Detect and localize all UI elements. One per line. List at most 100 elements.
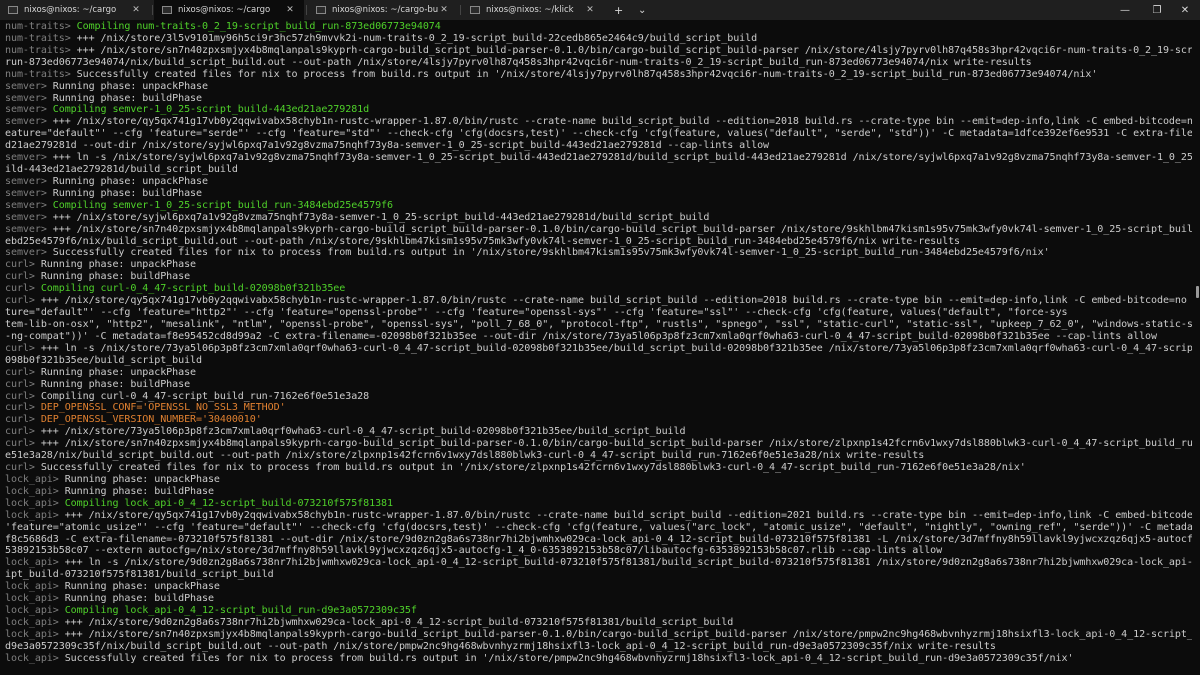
- terminal-icon: [316, 6, 326, 14]
- terminal-line: curl> +++ /nix/store/73ya5l06p3p8fz3cm7x…: [5, 426, 686, 438]
- terminal-line: lock_api> Running phase: buildPhase: [5, 486, 214, 498]
- prompt-prefix: semver>: [5, 152, 53, 164]
- terminal-line: curl> +++ /nix/store/qy5qx741g17vb0y2qqw…: [5, 295, 1192, 307]
- line-text: f8c5686d3 -C extra-filename=-073210f575f…: [5, 533, 1192, 545]
- new-tab-button[interactable]: +: [614, 0, 623, 20]
- prompt-prefix: curl>: [5, 402, 41, 414]
- terminal-line: num-traits> Successfully created files f…: [5, 69, 1097, 81]
- prompt-prefix: num-traits>: [5, 68, 77, 80]
- line-text: +++ ln -s /nix/store/9d0zn2g8a6s738nr7hi…: [64, 557, 1192, 569]
- terminal-line: num-traits> +++ /nix/store/sn7n40zpxsmjy…: [5, 45, 1192, 57]
- prompt-prefix: num-traits>: [5, 21, 77, 32]
- line-text: e51e3a28/nix/build_script_build.out --ou…: [5, 450, 925, 462]
- terminal-line: semver> +++ /nix/store/qy5qx741g17vb0y2q…: [5, 116, 1192, 128]
- minimize-button[interactable]: —: [1108, 0, 1142, 20]
- terminal-icon: [8, 6, 18, 14]
- line-text: +++ /nix/store/sn7n40zpxsmjyx4b8mqlanpal…: [40, 438, 1192, 450]
- prompt-prefix: curl>: [5, 283, 41, 295]
- line-text: +++ /nix/store/3l5v9101my96h5ci9r3hc57zh…: [76, 32, 758, 44]
- terminal-line: semver> +++ /nix/store/sn7n40zpxsmjyx4b8…: [5, 224, 1192, 236]
- prompt-prefix: lock_api>: [5, 593, 65, 605]
- line-text: Running phase: unpackPhase: [64, 473, 220, 485]
- prompt-prefix: curl>: [5, 414, 41, 426]
- prompt-prefix: lock_api>: [5, 497, 65, 509]
- close-tab-icon[interactable]: ✕: [584, 5, 596, 15]
- terminal-line: semver> Compiling semver-1_0_25-script_b…: [5, 200, 393, 212]
- close-tab-icon[interactable]: ✕: [130, 5, 142, 15]
- line-text: +++ /nix/store/sn7n40zpxsmjyx4b8mqlanpal…: [64, 628, 1192, 640]
- line-text: 53892153b58c07 --extern autocfg=/nix/sto…: [5, 545, 943, 557]
- terminal-line: semver> Running phase: unpackPhase: [5, 81, 208, 93]
- line-text: Running phase: unpackPhase: [52, 175, 208, 187]
- line-text: Compiling curl-0_4_47-script_build_run-7…: [40, 390, 370, 402]
- terminal-line: semver> Compiling semver-1_0_25-script_b…: [5, 104, 369, 116]
- tab-title: nixos@nixos: ~/klick: [486, 5, 574, 15]
- line-text: Successfully created files for nix to pr…: [52, 247, 1050, 259]
- prompt-prefix: curl>: [5, 342, 41, 354]
- line-text: ipt_build-073210f575f81381/build_script_…: [5, 569, 274, 581]
- line-text: Running phase: buildPhase: [40, 378, 191, 390]
- terminal-line: curl> Running phase: unpackPhase: [5, 367, 196, 379]
- tab-cargo-build-scr[interactable]: nixos@nixos: ~/cargo-build_scr ✕: [308, 0, 458, 20]
- prompt-prefix: curl>: [5, 295, 41, 307]
- terminal-icon: [470, 6, 480, 14]
- prompt-prefix: curl>: [5, 462, 41, 474]
- terminal-icon: [162, 6, 172, 14]
- line-text: run-873ed06773e94074/nix/build_script_bu…: [5, 56, 1032, 68]
- line-text: Running phase: buildPhase: [64, 593, 214, 605]
- line-text: ebd25e4579f6/nix/build_script_build.out …: [5, 235, 960, 247]
- terminal-line: d9e3a0572309c35f/nix/build_script_build.…: [5, 641, 996, 653]
- scrollbar-thumb[interactable]: [1196, 286, 1199, 298]
- line-text: +++ ln -s /nix/store/73ya5l06p3p8fz3cm7x…: [40, 342, 1192, 354]
- terminal-line: semver> Running phase: buildPhase: [5, 188, 202, 200]
- prompt-prefix: lock_api>: [5, 557, 65, 569]
- tab-cargo-2[interactable]: nixos@nixos: ~/cargo ✕: [154, 0, 304, 20]
- line-text: +++ /nix/store/sn7n40zpxsmjyx4b8mqlanpal…: [52, 223, 1192, 235]
- terminal-line: lock_api> +++ /nix/store/qy5qx741g17vb0y…: [5, 510, 1192, 522]
- prompt-prefix: semver>: [5, 247, 53, 259]
- terminal-line: curl> Successfully created files for nix…: [5, 462, 1026, 474]
- terminal-line: lock_api> Successfully created files for…: [5, 653, 1073, 665]
- prompt-prefix: curl>: [5, 271, 41, 283]
- close-window-button[interactable]: ✕: [1168, 0, 1200, 20]
- terminal-line: lock_api> Running phase: unpackPhase: [5, 474, 220, 486]
- line-text: DEP_OPENSSL_CONF='OPENSSL_NO_SSL3_METHOD…: [40, 402, 286, 414]
- terminal-line: num-traits> Compiling num-traits-0_2_19-…: [5, 21, 441, 33]
- prompt-prefix: lock_api>: [5, 509, 65, 521]
- prompt-prefix: lock_api>: [5, 581, 65, 593]
- tab-klick[interactable]: nixos@nixos: ~/klick ✕: [462, 0, 604, 20]
- prompt-prefix: lock_api>: [5, 605, 65, 617]
- tab-title: nixos@nixos: ~/cargo: [24, 5, 117, 15]
- line-text: Compiling curl-0_4_47-script_build-02098…: [40, 283, 346, 295]
- terminal-line: curl> DEP_OPENSSL_VERSION_NUMBER='304000…: [5, 414, 262, 426]
- prompt-prefix: num-traits>: [5, 44, 77, 56]
- terminal-line: curl> Compiling curl-0_4_47-script_build…: [5, 391, 369, 403]
- terminal-output[interactable]: num-traits> Compiling num-traits-0_2_19-…: [0, 20, 1192, 675]
- chevron-down-icon[interactable]: ⌄: [638, 0, 646, 20]
- line-text: Running phase: unpackPhase: [64, 581, 220, 593]
- prompt-prefix: lock_api>: [5, 617, 65, 628]
- terminal-line: semver> +++ ln -s /nix/store/syjwl6pxq7a…: [5, 152, 1192, 164]
- close-tab-icon[interactable]: ✕: [438, 5, 450, 15]
- terminal-line: curl> Compiling curl-0_4_47-script_build…: [5, 283, 345, 295]
- terminal-line: semver> +++ /nix/store/syjwl6pxq7a1v92g8…: [5, 212, 709, 224]
- line-text: Successfully created files for nix to pr…: [40, 462, 1026, 474]
- terminal-line: e51e3a28/nix/build_script_build.out --ou…: [5, 450, 924, 462]
- prompt-prefix: semver>: [5, 211, 53, 223]
- terminal-line: -ng-compat"))' -C metadata=f8e95452cd8d9…: [5, 331, 1157, 343]
- line-text: DEP_OPENSSL_VERSION_NUMBER='30400010': [40, 414, 262, 426]
- line-text: +++ /nix/store/qy5qx741g17vb0y2qqwivabx5…: [40, 295, 1192, 307]
- prompt-prefix: semver>: [5, 187, 53, 199]
- line-text: Successfully created files for nix to pr…: [76, 68, 1098, 80]
- prompt-prefix: semver>: [5, 199, 53, 211]
- close-tab-icon[interactable]: ✕: [284, 5, 296, 15]
- line-text: +++ /nix/store/qy5qx741g17vb0y2qqwivabx5…: [52, 116, 1192, 128]
- tab-cargo-1[interactable]: nixos@nixos: ~/cargo ✕: [0, 0, 150, 20]
- terminal-line: lock_api> +++ ln -s /nix/store/9d0zn2g8a…: [5, 557, 1192, 569]
- terminal-line: lock_api> +++ /nix/store/9d0zn2g8a6s738n…: [5, 617, 733, 629]
- line-text: ild-443ed21ae279281d/build_script_build: [5, 164, 238, 176]
- prompt-prefix: semver>: [5, 175, 53, 187]
- line-text: eature="default"' --cfg 'feature="serde"…: [5, 128, 1192, 140]
- terminal-line: f8c5686d3 -C extra-filename=-073210f575f…: [5, 534, 1192, 546]
- terminal-line: 53892153b58c07 --extern autocfg=/nix/sto…: [5, 545, 942, 557]
